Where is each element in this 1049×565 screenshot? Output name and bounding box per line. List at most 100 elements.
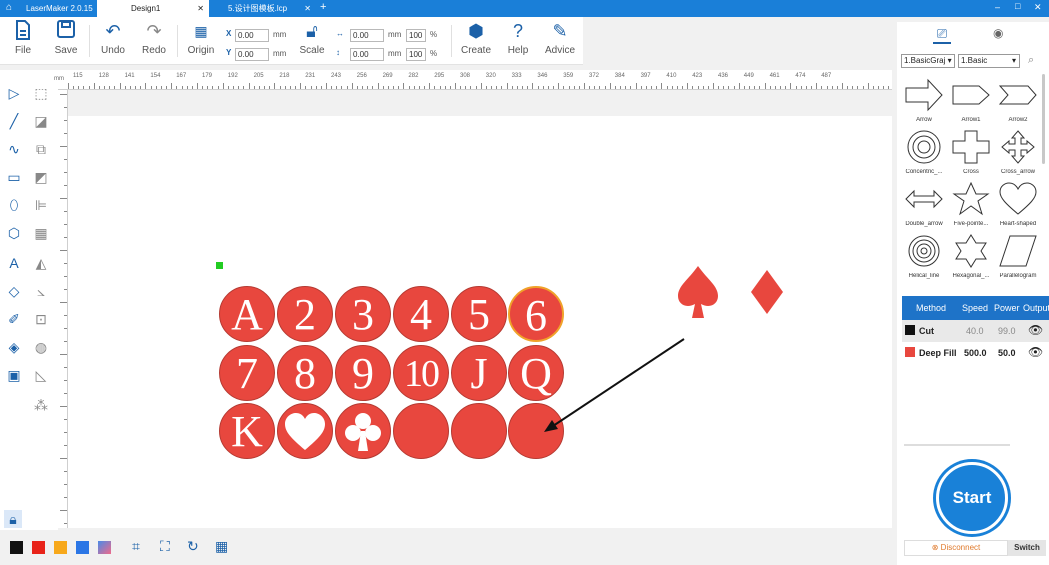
card-4[interactable]: 4 [393, 286, 449, 342]
eye-icon[interactable]: 👁︎ [1028, 345, 1043, 359]
shape-item[interactable]: Arrow1 [948, 78, 994, 123]
color-swatch-pink[interactable] [98, 541, 111, 554]
ellipse-icon[interactable]: ⬯ [5, 196, 23, 214]
close-window-button[interactable]: ✕ [1034, 2, 1042, 13]
layer-power[interactable]: 99.0 [998, 326, 1016, 336]
library-select[interactable]: 1.BasicGraj ▾ [901, 54, 955, 68]
table-icon[interactable]: ▣ [5, 366, 23, 384]
layer-row-cut[interactable]: Cut 40.0 99.0 👁︎ [902, 320, 1049, 342]
shape-item[interactable]: Hexagonal_... [948, 234, 994, 279]
laser-icon[interactable]: ⁂ [32, 396, 50, 414]
disconnect-button[interactable]: ⊗ Disconnect [904, 540, 1008, 556]
redo-button[interactable]: ↷ Redo [138, 20, 170, 56]
card-heart[interactable] [277, 403, 333, 459]
create-button[interactable]: ⬢ Create [457, 20, 495, 56]
color-swatch-red[interactable] [32, 541, 45, 554]
text-icon[interactable]: A [5, 254, 23, 272]
layer-power[interactable]: 50.0 [998, 348, 1016, 358]
card-3[interactable]: 3 [335, 286, 391, 342]
search-icon[interactable]: ⌕ [1028, 54, 1034, 67]
chart-icon[interactable]: ⦣ [32, 282, 50, 300]
tab-design1[interactable]: Design1 ✕ [97, 0, 209, 17]
polygon-icon[interactable]: ⬡ [5, 224, 23, 242]
card-5[interactable]: 5 [451, 286, 507, 342]
card-j[interactable]: J [451, 345, 507, 401]
fit-screen-icon[interactable]: ⛶ [160, 538, 170, 555]
color-swatch-orange[interactable] [54, 541, 67, 554]
triangle-ruler-icon[interactable]: ◺ [32, 366, 50, 384]
marquee-icon[interactable]: ⬚ [32, 84, 50, 102]
width-percent-input[interactable]: 100 [406, 29, 426, 42]
grid-icon[interactable]: ▦ [215, 538, 228, 555]
card-k[interactable]: K [219, 403, 275, 459]
measure-icon[interactable]: ✐ [5, 310, 23, 328]
help-button[interactable]: ? Help [503, 20, 533, 56]
arrow-line[interactable] [538, 336, 688, 436]
image-icon[interactable]: ◍ [32, 338, 50, 356]
stack-icon[interactable]: ◈ [5, 338, 23, 356]
x-input[interactable]: 0.00 [235, 29, 269, 42]
eye-icon[interactable]: 👁︎ [1028, 323, 1043, 337]
card-9[interactable]: 9 [335, 345, 391, 401]
color-swatch-blue[interactable] [76, 541, 89, 554]
origin-button[interactable]: ▦ Origin [183, 20, 219, 56]
close-tab-icon[interactable]: ✕ [197, 0, 204, 17]
card-8[interactable]: 8 [277, 345, 333, 401]
select-arrow-icon[interactable]: ▷ [5, 84, 23, 102]
start-button[interactable]: Start [936, 462, 1008, 534]
shape-library-tab-icon[interactable]: ⎚ [933, 26, 951, 44]
shape-item[interactable]: Cross_arrow [995, 130, 1041, 175]
height-input[interactable]: 0.00 [350, 48, 384, 61]
y-input[interactable]: 0.00 [235, 48, 269, 61]
width-input[interactable]: 0.00 [350, 29, 384, 42]
card-2[interactable]: 2 [277, 286, 333, 342]
camera-tab-icon[interactable]: ◉ [993, 26, 1003, 40]
layer-row-deep-fill[interactable]: Deep Fill 500.0 50.0 👁︎ [902, 342, 1049, 364]
save-button[interactable]: Save [50, 20, 82, 56]
color-swatch-black[interactable] [10, 541, 23, 554]
card-club[interactable] [335, 403, 391, 459]
layers-icon[interactable]: ◪ [32, 112, 50, 130]
line-icon[interactable]: ╱ [5, 112, 23, 130]
card-blank[interactable] [393, 403, 449, 459]
group-icon[interactable]: ⧉ [32, 140, 50, 158]
add-tab-button[interactable]: + [320, 1, 326, 13]
lock-icon[interactable]: 🔒︎ [4, 510, 22, 528]
eraser-icon[interactable]: ◇ [5, 282, 23, 300]
diamond-shape[interactable] [749, 268, 785, 316]
rotate-icon[interactable]: ↻ [187, 538, 199, 555]
tab-template[interactable]: 5.设计图模板.lcp ✕ [212, 0, 316, 17]
category-select[interactable]: 1.Basic ▾ [958, 54, 1020, 68]
frame-icon[interactable]: ⌗ [132, 538, 140, 555]
shape-item[interactable]: Arrow [901, 78, 947, 123]
layer-speed[interactable]: 500.0 [964, 348, 987, 358]
close-tab-icon[interactable]: ✕ [304, 0, 311, 17]
curve-icon[interactable]: ∿ [5, 140, 23, 158]
height-percent-input[interactable]: 100 [406, 48, 426, 61]
selection-handle[interactable] [216, 262, 223, 269]
rectangle-icon[interactable]: ▭ [5, 168, 23, 186]
card-blank[interactable] [451, 403, 507, 459]
card-a[interactable]: A [219, 286, 275, 342]
card-10[interactable]: 10 [393, 345, 449, 401]
mirror-icon[interactable]: ◭ [32, 254, 50, 272]
maximize-button[interactable]: □ [1015, 1, 1020, 11]
shape-list-scrollbar[interactable] [1042, 74, 1045, 164]
layer-speed[interactable]: 40.0 [966, 326, 984, 336]
shape-item[interactable]: Five-pointe... [948, 181, 994, 227]
home-icon[interactable]: ⌂ [6, 2, 12, 13]
card-7[interactable]: 7 [219, 345, 275, 401]
shape-item[interactable]: Heart-shaped [995, 182, 1041, 227]
minimize-button[interactable]: – [995, 2, 1000, 12]
shape-item[interactable]: Double_arrow [901, 182, 947, 227]
advice-button[interactable]: ✎ Advice [541, 20, 579, 56]
shape-item[interactable]: Concentric_... [901, 130, 947, 175]
align-icon[interactable]: ⊫ [32, 196, 50, 214]
tab-app[interactable]: LaserMaker 2.0.15 [20, 0, 96, 17]
combine-icon[interactable]: ◩ [32, 168, 50, 186]
card-6[interactable]: 6 [508, 286, 564, 342]
scale-button[interactable]: 🔓︎ Scale [297, 20, 327, 56]
array-icon[interactable]: ▦ [32, 224, 50, 242]
offset-icon[interactable]: ⊡ [32, 310, 50, 328]
shape-item[interactable]: Cross [948, 130, 994, 175]
